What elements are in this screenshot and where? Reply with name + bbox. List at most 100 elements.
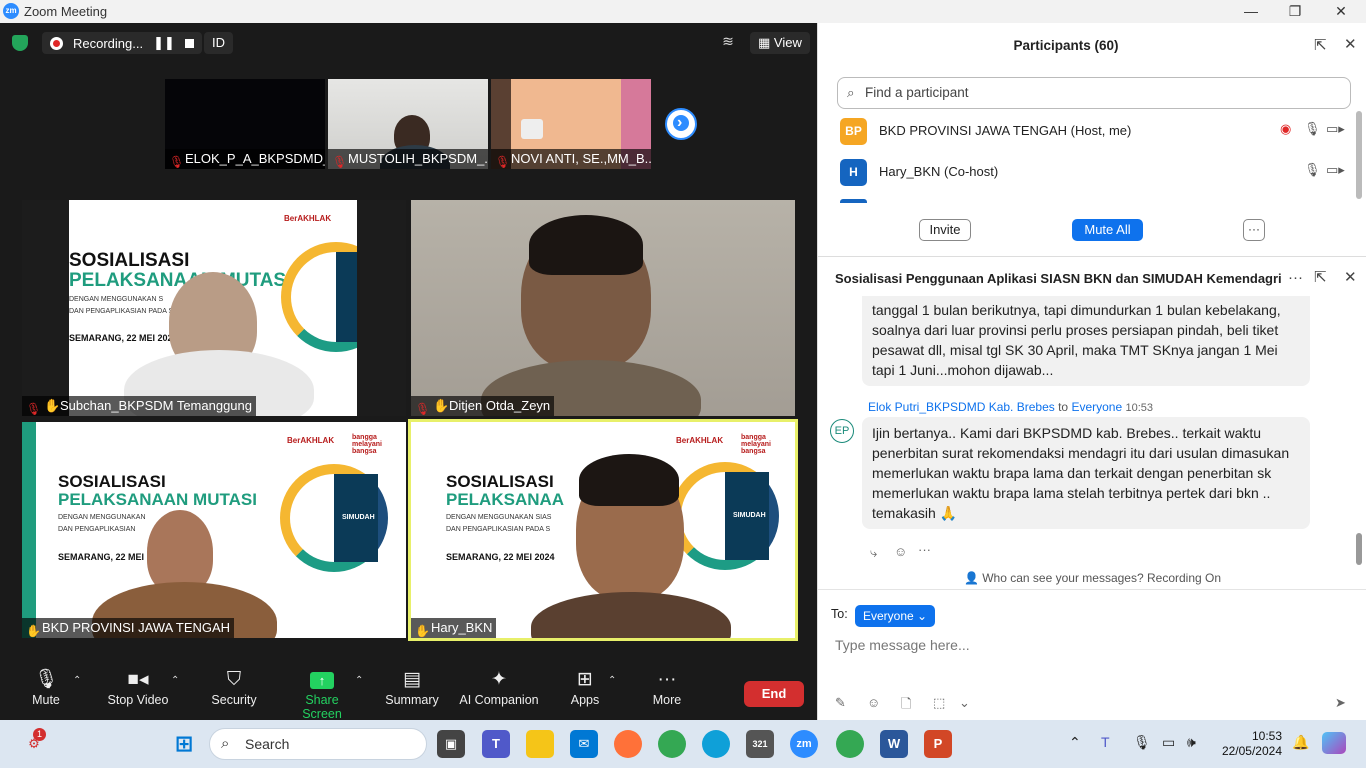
video-camera-icon[interactable]: ▭▸ [1326,162,1345,178]
apps-button[interactable]: ⊞ Apps [568,667,602,707]
recording-indicator[interactable]: Recording... ❚❚ [42,32,202,54]
emoji-reaction-icon[interactable]: ☺ [894,544,907,559]
chevron-down-icon: ⌄ [913,609,928,623]
who-can-see-notice[interactable]: 👤 Who can see your messages? Recording O… [818,566,1366,590]
sender-name[interactable]: Elok Putri_BKPSDMD Kab. Brebes [868,400,1055,414]
video-tile[interactable]: BerAKHLAK bangga melayani bangsa SOSIALI… [22,422,406,638]
next-page-button[interactable]: › [665,108,697,140]
teams-icon[interactable]: T [482,730,510,758]
format-text-icon[interactable]: ✎ [835,695,846,711]
video-options-chevron-icon[interactable]: ⌃ [171,675,179,686]
minimize-button[interactable]: — [1228,0,1274,23]
video-tile-active-speaker[interactable]: BerAKHLAK bangga melayani bangsa SOSIALI… [408,419,798,641]
mute-all-button[interactable]: Mute All [1072,219,1143,241]
mail-icon[interactable]: ✉ [570,730,598,758]
stop-recording-icon[interactable] [184,38,194,48]
chat-message-input[interactable]: Type message here... [835,637,970,653]
reply-icon[interactable]: ⤷ [870,545,877,561]
avatar: EP [830,419,854,443]
emoji-icon[interactable]: ☺ [867,695,880,710]
restore-button[interactable]: ❐ [1272,0,1318,23]
chat-message-bubble: Ijin bertanya.. Kami dari BKPSDMD kab. B… [862,417,1310,529]
chevron-right-icon: › [677,114,683,131]
popout-icon[interactable]: ⇱ [1314,36,1327,54]
audio-options-chevron-icon[interactable]: ⌃ [73,675,81,686]
meeting-id-button[interactable]: ID [204,32,233,54]
share-screen-button[interactable]: ↑ Share Screen [284,667,360,721]
chat-scrollbar[interactable] [1356,533,1362,565]
word-icon[interactable]: W [880,730,908,758]
stop-video-button[interactable]: ■◂ Stop Video [104,667,172,707]
participant-row[interactable]: BP BKD PROVINSI JAWA TENGAH (Host, me) ◉… [818,111,1366,151]
mute-button[interactable]: 🎙 Mute [28,667,64,707]
security-button[interactable]: ⛉ Security [208,667,260,707]
close-icon[interactable]: ✕ [1344,268,1357,286]
network-icon[interactable]: ▭ [1162,734,1175,751]
powerpoint-icon[interactable]: P [924,730,952,758]
more-button[interactable]: ··· More [650,667,684,707]
participant-thumbnail[interactable]: 🎙 MUSTOLIH_BKPSDM_... [328,79,488,169]
copilot-icon[interactable] [1322,732,1346,754]
chrome-icon[interactable] [658,730,686,758]
chevron-down-icon[interactable]: ⌄ [959,695,970,711]
clock-date: 22/05/2024 [1221,744,1282,758]
video-editor-icon[interactable]: 321 [746,730,774,758]
taskbar-search-box[interactable]: ⌕ Search [209,728,427,760]
screenshot-icon[interactable]: ⬚ [933,695,945,711]
chrome-profile-icon[interactable] [836,730,864,758]
close-icon[interactable]: ✕ [1344,35,1357,53]
message-more-icon[interactable]: ··· [918,542,931,557]
edge-icon[interactable] [702,730,730,758]
summary-icon: ▤ [403,669,421,690]
search-icon: ⌕ [221,735,230,752]
video-tile[interactable]: BerAKHLAK SOSIALISASI PELAKSANAAN MUTASI… [22,200,406,416]
video-tile[interactable]: 🎙 ✋ Ditjen Otda_Zeyn [411,200,795,416]
captions-icon[interactable]: ≋ [718,33,738,53]
participant-thumbnail[interactable]: 🎙ELOK_P_A_BKPSDMD_... [165,79,325,169]
end-meeting-button[interactable]: End [744,681,804,707]
mic-muted-icon: 🎙 [495,155,511,169]
summary-label: Summary [385,693,439,707]
participant-hair [529,215,643,275]
participants-scrollbar[interactable] [1356,111,1362,199]
share-options-chevron-icon[interactable]: ⌃ [355,675,363,686]
send-icon[interactable]: ➤ [1335,695,1346,711]
invite-button[interactable]: Invite [919,219,971,241]
participant-thumbnail[interactable]: 🎙 NOVI ANTI, SE.,MM_B... [491,79,651,169]
participant-search-input[interactable]: ⌕ Find a participant [837,77,1351,109]
notification-bell-icon[interactable]: 🔔 [1292,734,1309,751]
slide-text: DAN PENGAPLIKASIAN PADA S [446,526,551,533]
chevron-up-icon[interactable]: ⌃ [1069,734,1081,751]
firefox-icon[interactable] [614,730,642,758]
video-camera-icon[interactable]: ▭▸ [1326,121,1345,137]
microphone-icon[interactable]: 🎙 [1304,162,1321,178]
microphone-icon[interactable]: 🎙 [1304,121,1321,137]
recipient-dropdown[interactable]: Everyone ⌄ [855,605,936,627]
to-label: To: [831,607,848,621]
file-icon[interactable]: 🗋 [901,695,911,717]
view-button[interactable]: ▦ View [750,32,810,54]
slide-title: SOSIALISASI [69,250,190,271]
system-clock[interactable]: 10:53 22/05/2024 [1212,729,1282,759]
apps-label: Apps [570,693,600,707]
pause-recording-icon[interactable]: ❚❚ [153,35,175,51]
apps-options-chevron-icon[interactable]: ⌃ [608,675,616,686]
close-window-button[interactable]: ✕ [1318,0,1364,23]
windows-start-icon[interactable]: ⊞ [170,730,198,758]
recipient-name[interactable]: Everyone [1071,400,1122,414]
zoom-taskbar-icon[interactable]: zm [790,730,818,758]
microphone-tray-icon[interactable]: 🎙 [1133,734,1151,751]
file-explorer-icon[interactable] [526,730,554,758]
more-options-button[interactable]: ··· [1243,219,1265,241]
divider [818,256,1366,257]
task-view-icon[interactable]: ▣ [437,730,465,758]
participant-row[interactable]: H Hary_BKN (Co-host) 🎙 ▭▸ [818,152,1366,192]
teams-tray-icon[interactable]: T [1101,734,1110,750]
summary-button[interactable]: ▤ Summary [383,667,441,707]
simudah-label: SIMUDAH [733,512,766,519]
volume-icon[interactable]: 🕪 [1187,734,1196,751]
ai-companion-button[interactable]: ✦ AI Companion [457,667,541,707]
encryption-shield-icon[interactable] [12,35,28,51]
ellipsis-icon[interactable]: ··· [1288,269,1303,286]
popout-icon[interactable]: ⇱ [1314,268,1327,286]
